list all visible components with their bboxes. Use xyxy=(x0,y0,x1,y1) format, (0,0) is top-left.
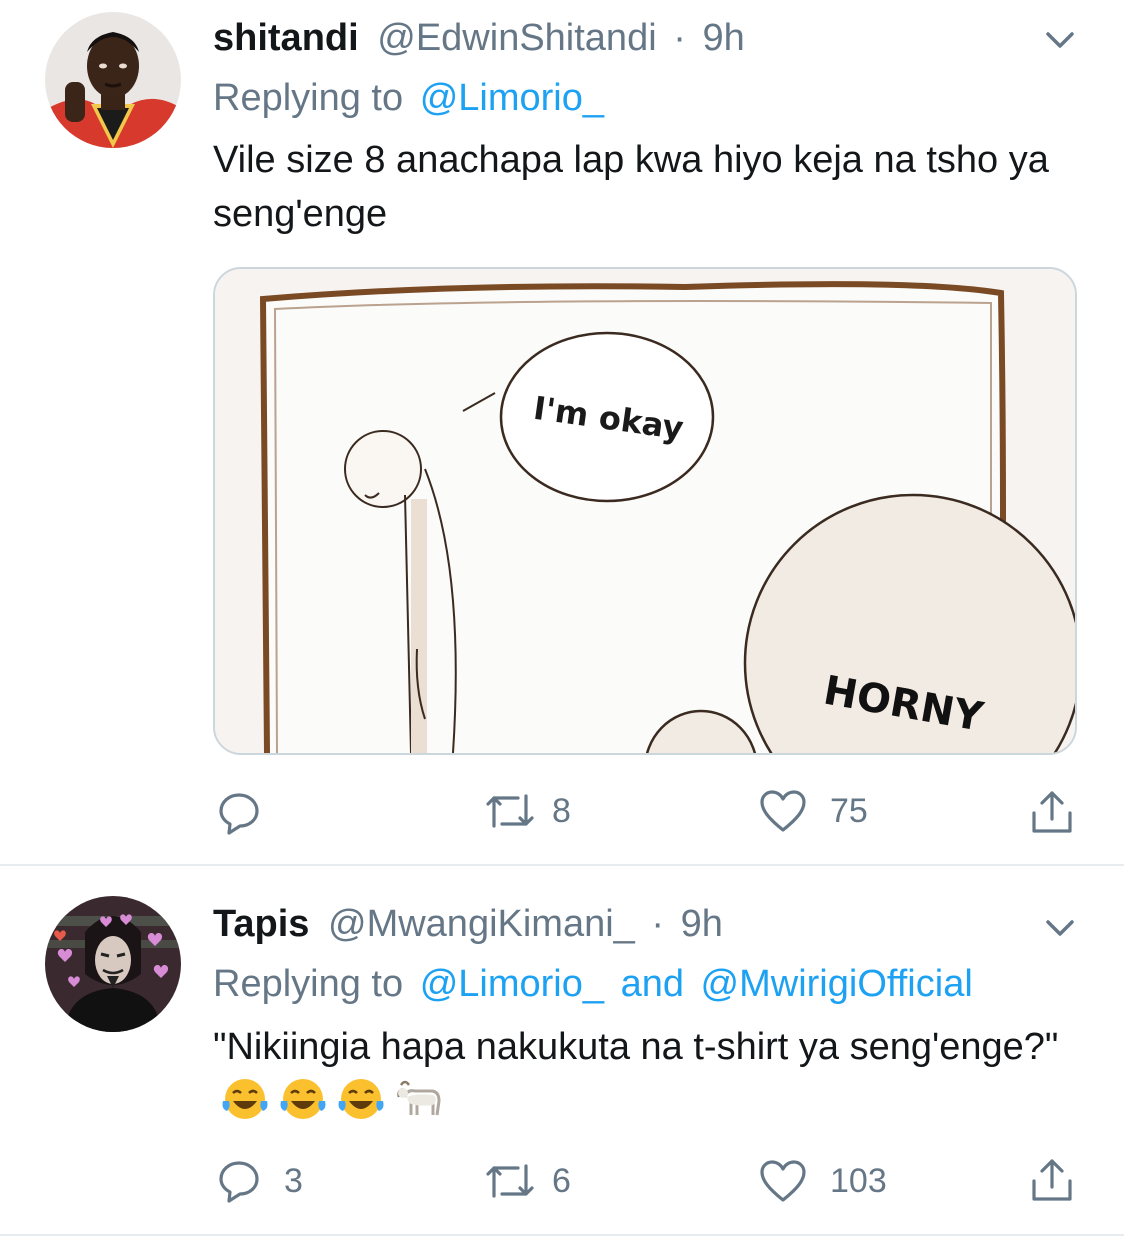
like-icon xyxy=(758,1158,808,1204)
share-button[interactable] xyxy=(1028,788,1076,838)
replying-to: Replying to @Limorio_ xyxy=(213,76,604,120)
retweet-icon xyxy=(482,1158,538,1204)
retweet-count: 8 xyxy=(552,791,571,830)
tweet-2[interactable]: Tapis @MwangiKimani_ · 9h Replying to @L… xyxy=(0,866,1124,1237)
tweet-1[interactable]: shitandi @EdwinShitandi · 9h Replying to… xyxy=(0,0,1124,866)
tears-of-joy-emoji-icon xyxy=(335,1075,387,1123)
mention-and: and xyxy=(620,963,684,1005)
like-button[interactable]: 103 xyxy=(758,1156,887,1206)
handle[interactable]: @EdwinShitandi xyxy=(377,17,656,59)
like-count: 75 xyxy=(830,791,868,830)
divider xyxy=(0,1234,1124,1236)
replying-label: Replying to xyxy=(213,77,404,119)
separator: · xyxy=(651,903,665,945)
goat-emoji-icon xyxy=(393,1075,445,1123)
timestamp[interactable]: 9h xyxy=(681,903,723,945)
tears-of-joy-emoji-icon xyxy=(277,1075,329,1123)
tweet-text: "Nikiingia hapa nakukuta na t-shirt ya s… xyxy=(213,1026,1059,1068)
share-button[interactable] xyxy=(1028,1156,1076,1206)
retweet-button[interactable]: 6 xyxy=(482,1156,571,1206)
replying-label: Replying to xyxy=(213,963,404,1005)
share-icon xyxy=(1028,1157,1076,1205)
reply-button[interactable]: 3 xyxy=(216,1156,303,1206)
chevron-down-icon[interactable] xyxy=(1040,20,1080,60)
reply-icon xyxy=(216,1158,262,1204)
like-button[interactable]: 75 xyxy=(758,786,868,836)
mention-link[interactable]: @Limorio_ xyxy=(420,77,604,119)
timestamp[interactable]: 9h xyxy=(702,17,744,59)
chevron-down-icon[interactable] xyxy=(1040,908,1080,948)
share-icon xyxy=(1028,789,1076,837)
retweet-icon xyxy=(482,788,538,834)
mention-link-2[interactable]: @MwirigiOfficial xyxy=(701,963,973,1005)
like-icon xyxy=(758,788,808,834)
tweet-media[interactable]: I'm okay HORNY xyxy=(213,267,1077,755)
reply-button[interactable] xyxy=(216,788,284,838)
mention-link[interactable]: @Limorio_ xyxy=(420,963,604,1005)
avatar[interactable] xyxy=(45,12,181,148)
like-count: 103 xyxy=(830,1161,887,1200)
avatar[interactable] xyxy=(45,896,181,1032)
tweet-header: Tapis @MwangiKimani_ · 9h xyxy=(213,902,723,946)
tweet-text: Vile size 8 anachapa lap kwa hiyo keja n… xyxy=(213,139,1049,235)
replying-to: Replying to @Limorio_ and @MwirigiOffici… xyxy=(213,962,973,1006)
handle[interactable]: @MwangiKimani_ xyxy=(328,903,635,945)
tweet-header: shitandi @EdwinShitandi · 9h xyxy=(213,16,745,60)
display-name[interactable]: shitandi xyxy=(213,17,359,59)
retweet-count: 6 xyxy=(552,1161,571,1200)
reply-count: 3 xyxy=(284,1161,303,1200)
retweet-button[interactable]: 8 xyxy=(482,786,571,836)
separator: · xyxy=(673,17,686,59)
display-name[interactable]: Tapis xyxy=(213,903,309,945)
tears-of-joy-emoji-icon xyxy=(219,1075,271,1123)
reply-icon xyxy=(216,790,262,836)
tweet-text-container: "Nikiingia hapa nakukuta na t-shirt ya s… xyxy=(213,1020,1073,1128)
